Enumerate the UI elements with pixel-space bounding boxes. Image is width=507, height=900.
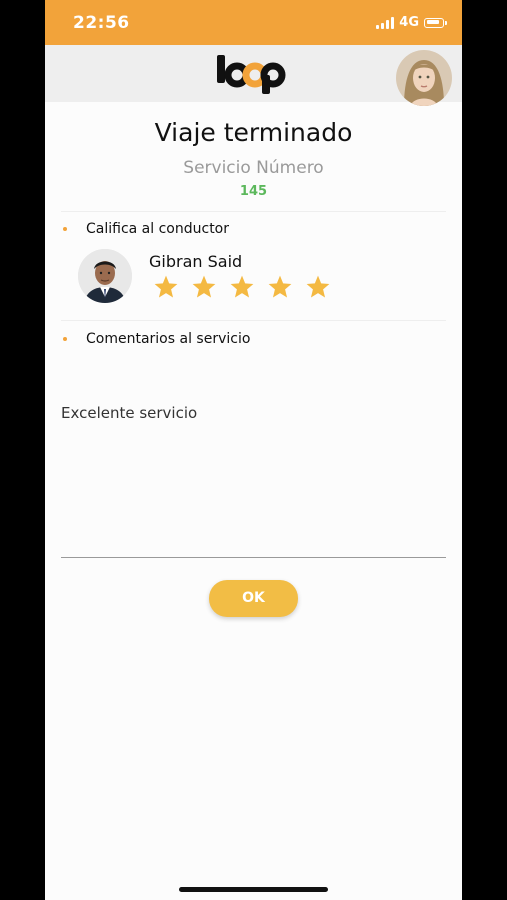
rate-driver-label: Califica al conductor: [86, 221, 230, 237]
comments-label: Comentarios al servicio: [86, 331, 251, 347]
star-icon[interactable]: [191, 274, 217, 300]
app-header: [45, 45, 462, 106]
network-label: 4G: [399, 15, 419, 30]
signal-icon: [376, 16, 395, 29]
loop-logo: [215, 53, 293, 99]
comments-section: Comentarios al servicio: [63, 331, 250, 347]
status-time: 22:56: [73, 13, 130, 33]
bullet-icon: [63, 337, 67, 341]
phone-screen: 22:56 4G Viaje terminado Servicio Número…: [45, 0, 462, 900]
star-icon[interactable]: [267, 274, 293, 300]
page-title: Viaje terminado: [154, 118, 353, 147]
service-subtitle: Servicio Número: [183, 158, 324, 178]
rate-driver-section: Califica al conductor: [63, 221, 229, 237]
star-rating[interactable]: [153, 274, 331, 300]
status-indicators: 4G: [376, 15, 447, 30]
star-icon[interactable]: [153, 274, 179, 300]
star-icon[interactable]: [305, 274, 331, 300]
battery-icon: [424, 17, 447, 28]
status-bar: 22:56 4G: [45, 0, 462, 45]
divider: [61, 320, 446, 321]
star-icon[interactable]: [229, 274, 255, 300]
service-number: 145: [239, 184, 268, 199]
bullet-icon: [63, 227, 67, 231]
driver-avatar: [78, 249, 132, 303]
home-indicator[interactable]: [179, 887, 328, 892]
driver-name: Gibran Said: [149, 252, 243, 271]
divider: [61, 211, 446, 212]
ok-button[interactable]: OK: [209, 580, 298, 617]
comments-field-underline: [61, 557, 446, 558]
user-avatar[interactable]: [396, 50, 452, 106]
comments-field[interactable]: Excelente servicio: [61, 404, 197, 422]
